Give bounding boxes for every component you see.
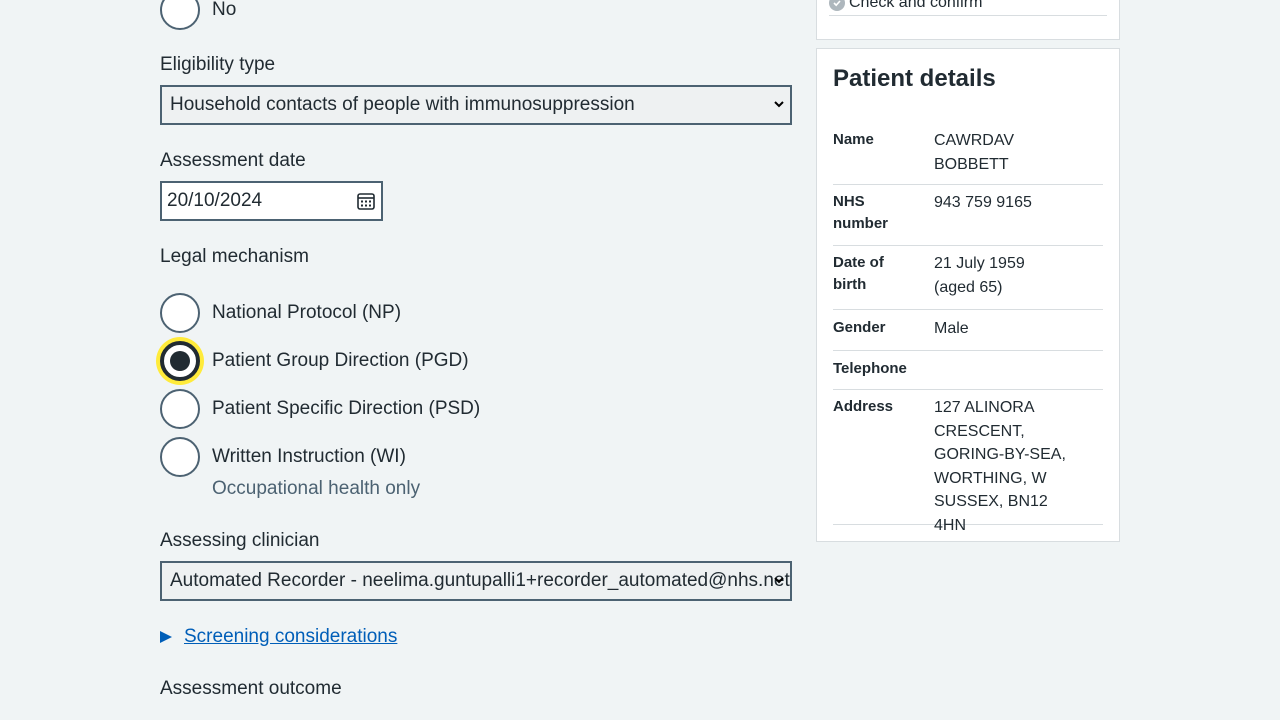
radio-wi-control[interactable] — [160, 437, 200, 477]
patient-dob-key: Date of birth — [833, 254, 884, 293]
chevron-down-icon — [774, 99, 784, 109]
radio-option-np[interactable]: National Protocol (NP) — [160, 293, 401, 333]
radio-np-control[interactable] — [160, 293, 200, 333]
radio-psd-label: Patient Specific Direction (PSD) — [212, 398, 481, 419]
radio-option-no[interactable]: No — [160, 0, 236, 30]
patient-row-gender: Gender Male — [833, 310, 1103, 351]
assessing-clinician-value: Automated Recorder - neelima.guntupalli1… — [170, 570, 790, 591]
patient-telephone-key: Telephone — [833, 360, 907, 377]
check-icon — [829, 0, 845, 11]
assessment-date-value: 20/10/2024 — [167, 190, 263, 211]
assessing-clinician-select[interactable]: Automated Recorder - neelima.guntupalli1… — [160, 561, 792, 601]
radio-wi-label: Written Instruction (WI) — [212, 446, 406, 467]
patient-details-title: Patient details — [833, 65, 996, 92]
patient-address-value: 127 ALINORA CRESCENT, GORING-BY-SEA, WOR… — [934, 399, 1066, 534]
triangle-right-icon — [160, 630, 172, 644]
radio-option-psd[interactable]: Patient Specific Direction (PSD) — [160, 389, 480, 429]
patient-name-key: Name — [833, 131, 874, 148]
assessing-clinician-label: Assessing clinician — [160, 530, 320, 551]
task-list-item-label: Check and confirm — [849, 0, 983, 11]
assessment-date-label: Assessment date — [160, 150, 306, 171]
patient-gender-value: Male — [934, 320, 969, 337]
eligibility-type-label: Eligibility type — [160, 54, 276, 75]
patient-row-telephone: Telephone — [833, 351, 1103, 390]
patient-details-card: Patient details Name CAWRDAV BOBBETT NHS… — [816, 48, 1120, 542]
radio-psd-control[interactable] — [160, 389, 200, 429]
radio-pgd-label: Patient Group Direction (PGD) — [212, 350, 469, 371]
legal-mechanism-label: Legal mechanism — [160, 246, 309, 267]
radio-pgd-control[interactable] — [160, 341, 200, 381]
patient-row-address: Address 127 ALINORA CRESCENT, GORING-BY-… — [833, 390, 1103, 534]
patient-dob-value: 21 July 1959 (aged 65) — [934, 255, 1025, 296]
radio-no-label: No — [212, 0, 237, 20]
patient-row-nhs: NHS number 943 759 9165 — [833, 185, 1103, 246]
patient-row-dob: Date of birth 21 July 1959 (aged 65) — [833, 246, 1103, 310]
screening-considerations-details[interactable]: Screening considerations — [160, 626, 397, 648]
patient-nhs-value: 943 759 9165 — [934, 194, 1032, 211]
calendar-icon[interactable] — [357, 192, 375, 216]
radio-option-pgd[interactable]: Patient Group Direction (PGD) — [160, 341, 469, 381]
task-list-card: Check and confirm — [816, 0, 1120, 40]
radio-no-control[interactable] — [160, 0, 200, 30]
eligibility-type-value: Household contacts of people with immuno… — [170, 94, 635, 115]
radio-np-label: National Protocol (NP) — [212, 302, 402, 323]
patient-address-key: Address — [833, 398, 894, 415]
radio-option-wi[interactable]: Written Instruction (WI) — [160, 437, 406, 477]
task-list-item[interactable]: Check and confirm — [829, 0, 1107, 16]
screening-considerations-link[interactable]: Screening considerations — [184, 626, 397, 648]
assessment-date-input[interactable]: 20/10/2024 — [160, 181, 383, 221]
assessment-outcome-label: Assessment outcome — [160, 678, 342, 699]
patient-gender-key: Gender — [833, 319, 886, 336]
eligibility-type-select[interactable]: Household contacts of people with immuno… — [160, 85, 792, 125]
chevron-down-icon — [774, 575, 784, 585]
patient-name-value: CAWRDAV BOBBETT — [934, 132, 1014, 173]
patient-nhs-key: NHS number — [833, 193, 889, 232]
radio-wi-hint: Occupational health only — [212, 478, 421, 499]
patient-row-name: Name CAWRDAV BOBBETT — [833, 127, 1103, 185]
